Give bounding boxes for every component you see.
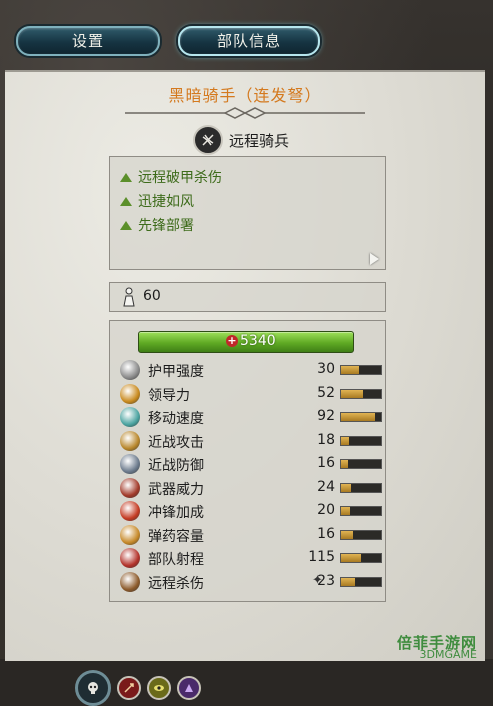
melee-attack-icon [120, 430, 140, 451]
armor-icon [120, 360, 140, 380]
tab-settings[interactable]: 设置 [16, 26, 160, 56]
abilities-box: 远程破甲杀伤 迅捷如风 先锋部署 [109, 156, 386, 270]
unit-size-icon [123, 287, 135, 307]
stat-label: 移动速度 [148, 411, 204, 427]
bottom-icon-row [75, 670, 201, 706]
stat-bar [340, 459, 382, 469]
stat-row[interactable]: 弹药容量 16 [120, 524, 385, 546]
stat-bar [340, 482, 382, 493]
stat-row[interactable]: 护甲强度 30 [120, 359, 385, 381]
ability-item[interactable]: 迅捷如风 [120, 191, 194, 211]
attribute-purple-icon[interactable] [177, 676, 201, 700]
expand-arrow-icon[interactable] [370, 253, 379, 265]
stat-value: 115 [308, 549, 335, 565]
stat-value: 92 [317, 408, 335, 424]
leadership-icon [120, 383, 140, 404]
speed-icon [120, 407, 140, 427]
stat-bar-fill [341, 460, 349, 468]
unit-name: 黑暗骑手（连发弩） [168, 86, 322, 105]
stat-row[interactable]: 部队射程 115 [120, 547, 385, 569]
hp-value: 5340 [240, 333, 276, 349]
unit-size-value: 60 [143, 288, 161, 304]
stat-row[interactable]: 武器威力 24 [120, 477, 385, 499]
stat-value: 23 [317, 572, 335, 589]
stat-value: 30 [317, 361, 335, 377]
range-icon [120, 548, 140, 568]
stat-value: 18 [317, 431, 335, 448]
stat-label: 远程杀伤 [148, 575, 204, 592]
stat-label: 近战防御 [148, 458, 204, 474]
stat-bar-fill [341, 436, 349, 445]
stat-bar [340, 553, 382, 563]
tab-unit-info[interactable]: 部队信息 [178, 26, 320, 56]
ability-label: 先锋部署 [138, 218, 194, 234]
unit-size-box: 60 [109, 282, 386, 312]
stat-bar [340, 576, 382, 587]
stat-bar [340, 388, 382, 399]
hp-bar: + 5340 [138, 331, 354, 353]
weapon-strength-icon [120, 477, 140, 498]
stat-bar-fill [341, 530, 353, 539]
stat-label: 冲锋加成 [148, 505, 204, 521]
stat-value: 16 [317, 525, 335, 542]
stat-bar [340, 506, 382, 516]
stat-value: 16 [317, 455, 335, 471]
stat-value: 20 [317, 502, 335, 518]
stat-row[interactable]: 领导力 52 [120, 383, 385, 405]
faction-skull-icon[interactable] [75, 670, 111, 706]
stat-row[interactable]: 近战攻击 18 [120, 430, 385, 452]
stat-bar-fill [341, 507, 350, 515]
unit-info-panel: 黑暗骑手（连发弩） 远程骑兵 远程破甲杀伤 迅捷如风 先锋部署 60 + 534… [5, 70, 485, 706]
unit-class: 远程骑兵 [193, 125, 289, 155]
crossbow-icon [193, 125, 223, 155]
ability-label: 远程破甲杀伤 [138, 170, 222, 186]
stats-box: + 5340 护甲强度 30 领导力 52 移动速度 92 近战攻击 18 近战防御 16 武器威力… [109, 320, 386, 602]
stat-row[interactable]: 近战防御 16 [120, 453, 385, 475]
ability-label: 迅捷如风 [138, 194, 194, 210]
melee-defense-icon [120, 454, 140, 474]
stat-label: 部队射程 [148, 552, 204, 568]
attribute-red-icon[interactable] [117, 676, 141, 700]
stat-label: 武器威力 [148, 481, 204, 498]
charge-bonus-icon [120, 501, 140, 521]
triangle-icon [120, 220, 132, 230]
watermark-sub: 3DMGAME [419, 648, 477, 661]
stat-bar [340, 435, 382, 446]
stat-label: 近战攻击 [148, 434, 204, 451]
ornament-divider [125, 107, 365, 119]
triangle-icon [120, 172, 132, 182]
ability-item[interactable]: 先锋部署 [120, 215, 194, 235]
unit-class-label: 远程骑兵 [229, 131, 290, 150]
ammunition-icon [120, 524, 140, 545]
stat-bar-fill [341, 366, 359, 374]
stat-label: 弹药容量 [148, 528, 204, 545]
stat-bar-fill [341, 389, 363, 398]
stat-value: 52 [317, 384, 335, 401]
triangle-icon [120, 196, 132, 206]
attribute-eye-icon[interactable] [147, 676, 171, 700]
stat-bar [340, 412, 382, 422]
ability-item[interactable]: 远程破甲杀伤 [120, 167, 222, 187]
stat-row[interactable]: 冲锋加成 20 [120, 500, 385, 522]
stat-bar-fill [341, 554, 361, 562]
stat-bar-fill [341, 413, 375, 421]
stat-row[interactable]: 远程杀伤 ✦ 23 [120, 571, 385, 593]
stat-bar-fill [341, 577, 355, 586]
stat-value: 24 [317, 478, 335, 495]
stat-bar [340, 365, 382, 375]
stat-bar [340, 529, 382, 540]
stat-label: 护甲强度 [148, 364, 204, 380]
stat-bar-fill [341, 483, 351, 492]
stat-row[interactable]: 移动速度 92 [120, 406, 385, 428]
stat-label: 领导力 [148, 387, 190, 404]
hp-plus-icon: + [226, 334, 238, 347]
missile-damage-icon [120, 571, 140, 592]
